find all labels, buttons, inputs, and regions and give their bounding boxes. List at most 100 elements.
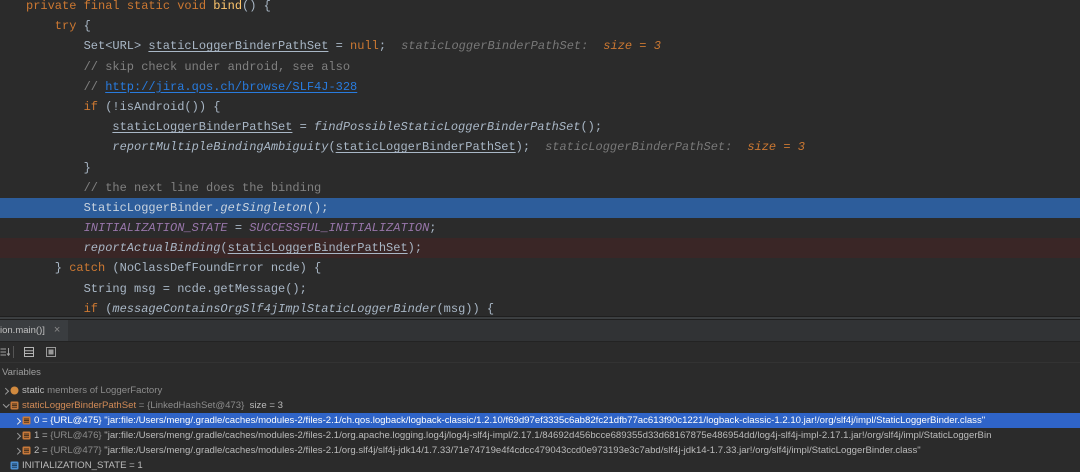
code-token: ( xyxy=(98,301,113,316)
code-token: bind xyxy=(213,0,243,13)
variable-value: = xyxy=(39,415,51,426)
primitive-field-icon xyxy=(10,461,19,470)
chevron-right-icon[interactable] xyxy=(13,416,22,425)
inline-debug-value: staticLoggerBinderPathSet: xyxy=(401,39,589,54)
code-line[interactable]: staticLoggerBinderPathSet = findPossible… xyxy=(0,117,1080,137)
variable-value: {URL@476} xyxy=(50,430,105,441)
variable-value: members of LoggerFactory xyxy=(44,385,163,396)
code-line[interactable]: // http://jira.qos.ch/browse/SLF4J-328 xyxy=(0,77,1080,97)
code-token: ; xyxy=(378,39,387,54)
code-token: = xyxy=(227,221,250,236)
close-icon[interactable]: × xyxy=(54,325,60,336)
variable-value: = 1 xyxy=(126,459,143,471)
chevron-right-icon[interactable] xyxy=(13,446,22,455)
variable-value: {URL@475} xyxy=(50,415,105,426)
code-line[interactable]: private final static void bind() { xyxy=(0,0,1080,16)
current-execution-line[interactable]: StaticLoggerBinder.getSingleton(); xyxy=(0,197,1080,219)
variable-row[interactable]: INITIALIZATION_STATE = 1 xyxy=(0,458,1080,472)
code-token: ( xyxy=(328,140,336,155)
code-token: staticLoggerBinderPathSet xyxy=(335,140,516,155)
code-token: ); xyxy=(515,140,531,155)
restore-layout-icon[interactable] xyxy=(0,347,10,357)
field-icon xyxy=(10,401,19,410)
code-token: = xyxy=(328,39,351,54)
inline-debug-value: size = 3 xyxy=(747,140,805,155)
code-token: // skip check under android, see also xyxy=(83,59,351,74)
code-line[interactable]: } catch (NoClassDefFoundError ncde) { xyxy=(0,258,1080,278)
variable-row[interactable]: 2 = {URL@477} "jar:file:/Users/meng/.gra… xyxy=(0,443,1080,458)
toolbar-separator xyxy=(13,346,14,358)
code-token: // xyxy=(83,79,106,94)
code-token: catch xyxy=(69,261,106,276)
variable-value: {URL@477} xyxy=(50,445,105,456)
code-token: if xyxy=(83,99,98,114)
variable-value: = xyxy=(39,445,51,456)
variable-name: staticLoggerBinderPathSet xyxy=(22,400,137,411)
code-token: reportActualBinding xyxy=(83,241,221,256)
code-token: } xyxy=(54,261,70,276)
code-token: { xyxy=(76,19,91,34)
code-line[interactable]: INITIALIZATION_STATE = SUCCESSFUL_INITIA… xyxy=(0,218,1080,238)
variable-row[interactable]: staticLoggerBinderPathSet = {LinkedHashS… xyxy=(0,398,1080,413)
list-element-icon xyxy=(22,446,31,455)
code-token: StaticLoggerBinder. xyxy=(83,200,221,215)
code-editor[interactable]: private final static void bind() {try {S… xyxy=(0,0,1080,316)
code-token: ( xyxy=(220,241,228,256)
code-token: (msg)) { xyxy=(436,301,495,316)
chevron-right-icon[interactable] xyxy=(1,386,10,395)
code-token: if xyxy=(83,301,98,316)
variable-row[interactable]: 1 = {URL@476} "jar:file:/Users/meng/.gra… xyxy=(0,428,1080,443)
code-line[interactable]: } xyxy=(0,158,1080,178)
code-line[interactable]: Set<URL> staticLoggerBinderPathSet = nul… xyxy=(0,36,1080,56)
code-token: () { xyxy=(242,0,271,13)
code-token: try xyxy=(54,19,77,34)
variable-row-selected[interactable]: 0 = {URL@475} "jar:file:/Users/meng/.gra… xyxy=(0,413,1080,428)
code-line[interactable]: String msg = ncde.getMessage(); xyxy=(0,279,1080,299)
code-token: = xyxy=(292,120,315,135)
variable-value: = {LinkedHashSet@473} xyxy=(136,400,245,411)
code-token: messageContainsOrgSlf4jImplStaticLoggerB… xyxy=(112,301,437,316)
code-token: staticLoggerBinderPathSet xyxy=(148,39,329,54)
debug-tab-bar: ion.main()] × xyxy=(0,320,1080,342)
list-element-icon xyxy=(22,431,31,440)
code-line[interactable]: // skip check under android, see also xyxy=(0,57,1080,77)
chevron-down-icon[interactable] xyxy=(1,401,10,410)
tab-label: ion.main()] xyxy=(0,325,45,336)
variable-row[interactable]: static members of LoggerFactory xyxy=(0,383,1080,398)
code-token: staticLoggerBinderPathSet xyxy=(112,120,293,135)
code-token: ); xyxy=(407,241,423,256)
code-token: (NoClassDefFoundError ncde) { xyxy=(105,261,322,276)
code-token: String msg = ncde.getMessage(); xyxy=(83,281,307,296)
code-token: (); xyxy=(306,200,329,215)
variable-value: "jar:file:/Users/meng/.gradle/caches/mod… xyxy=(104,430,992,441)
debug-session-tab[interactable]: ion.main()] × xyxy=(0,320,69,341)
panel-layout-icon[interactable] xyxy=(46,347,56,357)
code-token: reportMultipleBindingAmbiguity xyxy=(112,140,329,155)
code-token: ; xyxy=(429,221,437,236)
variables-title: Variables xyxy=(2,367,41,378)
variable-value: "jar:file:/Users/meng/.gradle/caches/mod… xyxy=(104,415,986,426)
code-token: private final static void xyxy=(26,0,214,13)
code-link[interactable]: http://jira.qos.ch/browse/SLF4J-328 xyxy=(105,80,357,94)
code-line[interactable]: try { xyxy=(0,16,1080,36)
variables-tree: static members of LoggerFactory staticLog… xyxy=(0,383,1080,472)
chevron-right-icon[interactable] xyxy=(13,431,22,440)
code-token: // the next line does the binding xyxy=(83,180,322,195)
variable-value: size = 3 xyxy=(244,400,283,411)
code-lines: private final static void bind() {try {S… xyxy=(0,0,1080,316)
variable-value: "jar:file:/Users/meng/.gradle/caches/mod… xyxy=(104,445,921,456)
code-line[interactable]: // the next line does the binding xyxy=(0,178,1080,198)
variable-value: = xyxy=(39,430,51,441)
code-token: SUCCESSFUL_INITIALIZATION xyxy=(249,221,430,236)
code-line[interactable]: if (messageContainsOrgSlf4jImplStaticLog… xyxy=(0,299,1080,316)
code-token: (); xyxy=(580,120,603,135)
code-token: null xyxy=(350,39,379,54)
static-members-icon xyxy=(10,386,19,395)
list-element-icon xyxy=(22,416,31,425)
code-line[interactable]: if (!isAndroid()) { xyxy=(0,97,1080,117)
code-line[interactable]: reportMultipleBindingAmbiguity(staticLog… xyxy=(0,137,1080,157)
code-token: getSingleton xyxy=(220,200,307,215)
variable-name: static xyxy=(22,385,45,396)
table-view-icon[interactable] xyxy=(24,347,34,357)
breakpoint-line[interactable]: reportActualBinding(staticLoggerBinderPa… xyxy=(0,238,1080,259)
